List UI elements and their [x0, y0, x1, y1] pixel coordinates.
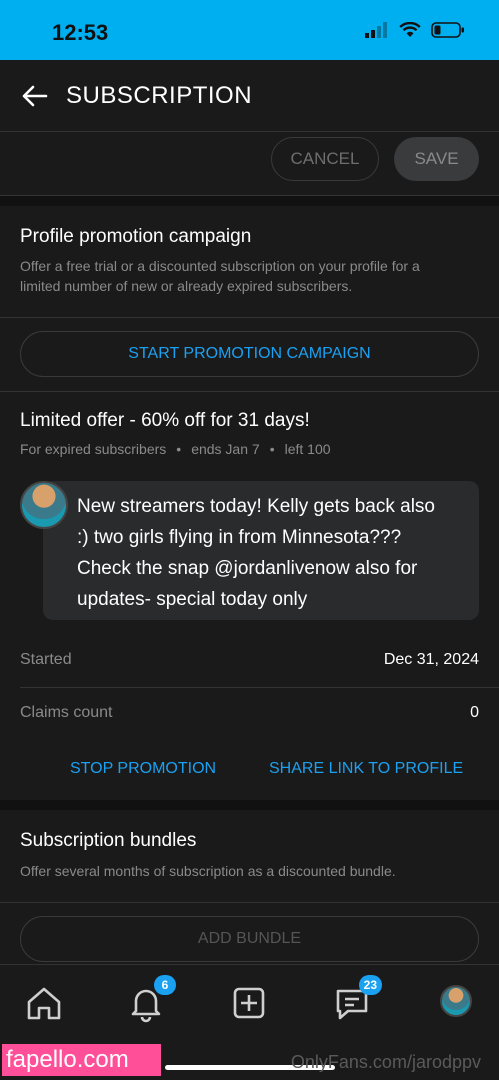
- avatar[interactable]: [20, 481, 68, 529]
- offer-audience: For expired subscribers: [20, 441, 167, 457]
- home-icon[interactable]: [24, 983, 64, 1023]
- separator-dot: •: [269, 441, 275, 457]
- divider: [20, 687, 499, 688]
- watermark-left: fapello.com: [2, 1044, 161, 1076]
- offer-message-line: New streamers today! Kelly gets back als…: [77, 496, 435, 517]
- offer-left: left 100: [284, 441, 331, 457]
- start-promotion-button[interactable]: START PROMOTION CAMPAIGN: [20, 331, 479, 377]
- divider: [0, 317, 499, 318]
- page-title: SUBSCRIPTION: [66, 82, 253, 109]
- app-header: SUBSCRIPTION: [0, 60, 499, 132]
- profile-avatar[interactable]: [440, 985, 472, 1017]
- offer-message-line: updates- special today only: [77, 589, 308, 610]
- wifi-icon: [399, 22, 421, 37]
- back-arrow-icon[interactable]: [20, 84, 48, 108]
- promotion-description-line-1: Offer a free trial or a discounted subsc…: [20, 258, 420, 274]
- cancel-button[interactable]: CANCEL: [271, 137, 379, 181]
- promotion-description-line-2: limited number of new or already expired…: [20, 278, 353, 294]
- separator-dot: •: [176, 441, 182, 457]
- battery-icon: [431, 22, 464, 38]
- status-time: 12:53: [52, 20, 109, 45]
- started-value: Dec 31, 2024: [383, 651, 479, 668]
- add-post-icon[interactable]: [229, 983, 269, 1023]
- divider: [0, 391, 499, 392]
- stop-promotion-button[interactable]: STOP PROMOTION: [70, 760, 216, 778]
- started-label: Started: [20, 651, 72, 668]
- bundles-description: Offer several months of subscription as …: [20, 863, 396, 879]
- divider: [0, 902, 499, 903]
- offer-meta: For expired subscribers • ends Jan 7 • l…: [20, 441, 331, 457]
- save-button[interactable]: SAVE: [394, 137, 479, 181]
- offer-message-line: Check the snap @jordanlivenow also for: [77, 558, 418, 579]
- section-divider: [0, 800, 499, 810]
- notifications-badge: 6: [154, 975, 176, 995]
- offer-title: Limited offer - 60% off for 31 days!: [20, 410, 310, 431]
- section-divider: [0, 196, 499, 206]
- offer-message-bubble: New streamers today! Kelly gets back als…: [43, 481, 479, 620]
- notifications-tab[interactable]: 6: [126, 975, 176, 1023]
- offer-ends: ends Jan 7: [191, 441, 260, 457]
- signal-icon: [365, 22, 387, 38]
- status-icons: [365, 22, 465, 38]
- bottom-tab-bar: 6 23: [0, 964, 499, 1044]
- messages-tab[interactable]: 23: [332, 975, 382, 1023]
- add-bundle-button[interactable]: ADD BUNDLE: [20, 916, 479, 962]
- messages-badge: 23: [358, 975, 382, 995]
- offer-message-line: :) two girls flying in from Minnesota???: [77, 527, 402, 548]
- bundles-title: Subscription bundles: [20, 830, 197, 851]
- claims-value[interactable]: 0: [470, 704, 479, 722]
- promotion-title: Profile promotion campaign: [20, 226, 252, 247]
- claims-label: Claims count: [20, 704, 113, 721]
- watermark-right: OnlyFans.com/jarodppv: [290, 1052, 481, 1072]
- share-link-button[interactable]: SHARE LINK TO PROFILE: [269, 760, 463, 778]
- form-actions: CANCEL SAVE: [0, 132, 499, 196]
- status-bar: 12:53: [0, 0, 499, 60]
